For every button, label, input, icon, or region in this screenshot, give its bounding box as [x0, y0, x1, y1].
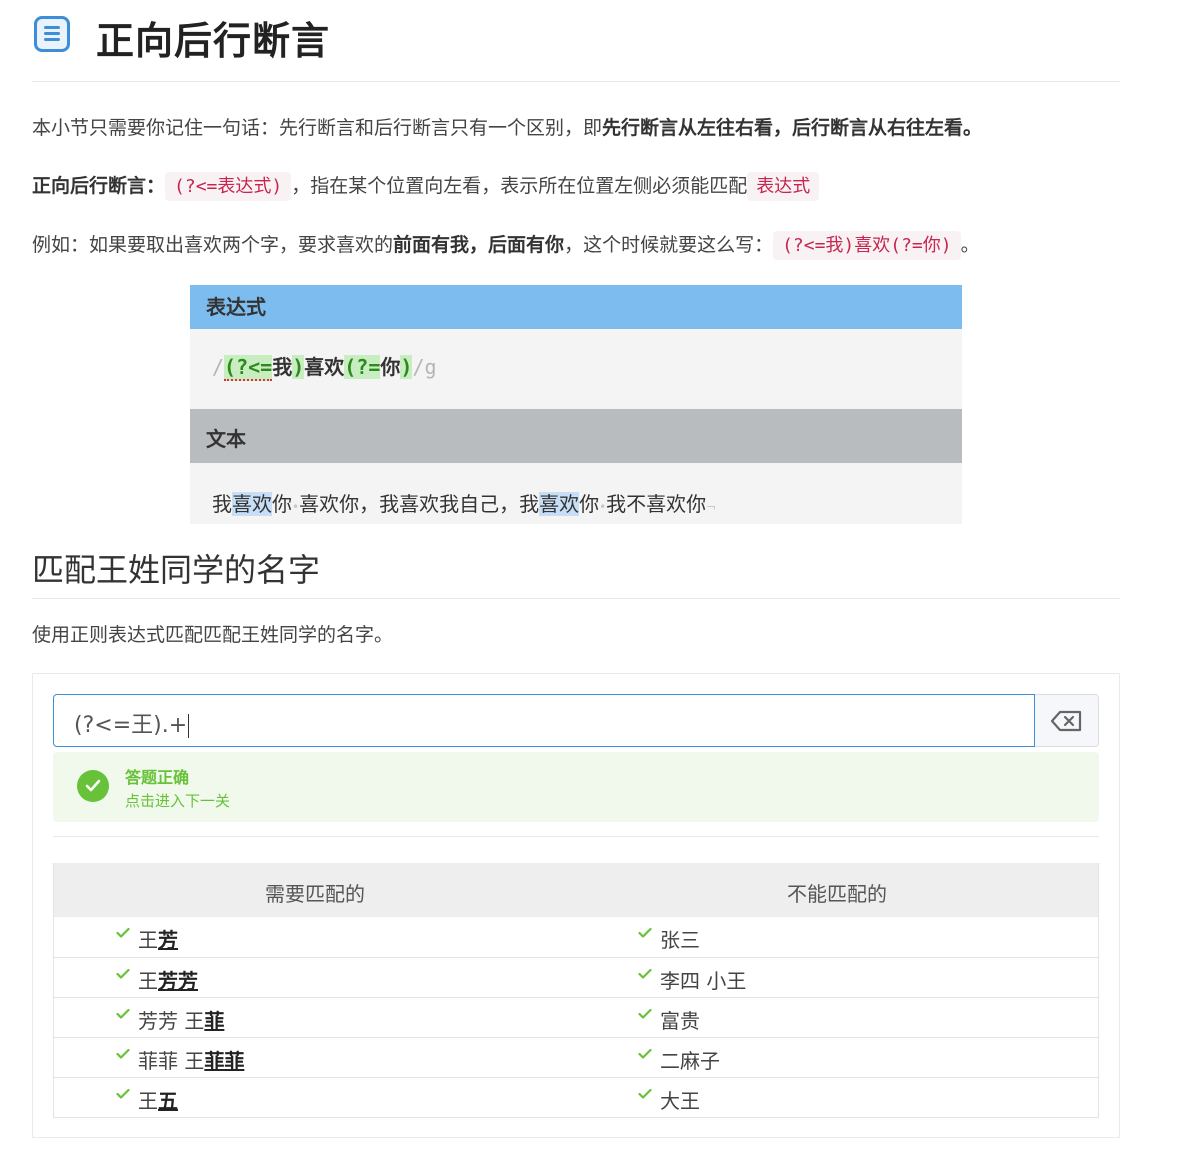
example-bold: 后面有你 — [488, 234, 565, 256]
match-table: 需要匹配的 不能匹配的 王芳 张三 王芳芳 李四 小王 芳芳 王菲 富贵 菲菲 王菲菲 二麻子… — [53, 863, 1099, 1118]
column-header-match: 需要匹配的 — [265, 882, 365, 906]
quiz-panel: (?<=王).+ 答题正确 点击进入下一关 需要匹配的 不能匹配的 王芳 张三 王芳… — [32, 673, 1120, 1138]
example-text: 例如：如果要取出喜欢两个字，要求喜欢的 — [32, 234, 394, 256]
text-cursor — [188, 714, 190, 738]
match-cell: 菲菲 王菲菲 — [54, 1038, 576, 1077]
nomatch-cell: 李四 小王 — [576, 958, 1098, 997]
check-icon — [116, 1088, 130, 1099]
inline-code: (?<=我)喜欢(?=你) — [773, 231, 961, 260]
match-prefix: 王 — [138, 969, 158, 993]
document-icon — [34, 16, 70, 52]
demo-expression: /(?<=我)喜欢(?=你)/g — [212, 355, 437, 381]
intro-paragraph-3: 例如：如果要取出喜欢两个字，要求喜欢的前面有我，后面有你，这个时候就要这么写：(… — [32, 230, 980, 261]
demo-expression-header: 表达式 — [190, 285, 962, 329]
intro-paragraph-2: 正向后行断言： (?<=表达式) ，指在某个位置向左看，表示所在位置左侧必须能匹配表… — [32, 171, 820, 202]
success-title: 答题正确 — [125, 768, 190, 787]
column-header-nomatch: 不能匹配的 — [787, 882, 887, 906]
match-cell: 王芳 — [54, 917, 576, 957]
inline-code: (?<=表达式) — [165, 172, 292, 201]
check-icon — [638, 1008, 652, 1019]
definition-label: 正向后行断言： — [32, 175, 166, 197]
intro-text: 本小节只需要你记住一句话：先行断言和后行断言只有一个区别，即 — [32, 117, 603, 139]
backspace-icon — [1051, 710, 1082, 732]
nomatch-cell: 张三 — [576, 917, 1098, 957]
check-icon — [116, 927, 130, 938]
nomatch-value: 二麻子 — [660, 1049, 720, 1073]
nomatch-cell: 大王 — [576, 1078, 1098, 1117]
match-highlight: 喜欢 — [539, 492, 580, 516]
table-row: 芳芳 王菲 富贵 — [54, 997, 1098, 1037]
check-icon — [116, 968, 130, 979]
match-cell: 芳芳 王菲 — [54, 998, 576, 1037]
check-icon — [116, 1048, 130, 1059]
check-icon — [638, 1088, 652, 1099]
table-header: 需要匹配的 不能匹配的 — [54, 863, 1098, 917]
match-highlight: 菲菲 — [204, 1049, 245, 1073]
match-prefix: 芳芳 王 — [138, 1009, 205, 1033]
match-highlight: 芳芳 — [158, 969, 198, 993]
section-title: 匹配王姓同学的名字 — [32, 551, 321, 589]
match-prefix: 王 — [138, 928, 158, 952]
example-bold: ， — [469, 234, 489, 256]
divider — [53, 836, 1099, 837]
intro-bold: 先行断言从左往右看，后行断言从右往左看。 — [602, 117, 983, 139]
lookbehind-group: (?<= — [224, 355, 273, 381]
demo-text-header: 文本 — [190, 409, 962, 463]
nomatch-cell: 二麻子 — [576, 1038, 1098, 1077]
check-icon — [638, 927, 652, 938]
nomatch-value: 张三 — [660, 928, 700, 952]
inline-code: 表达式 — [747, 172, 820, 201]
nomatch-value: 大王 — [660, 1089, 700, 1113]
match-prefix: 王 — [138, 1089, 158, 1113]
nomatch-value: 富贵 — [660, 1009, 700, 1033]
check-icon — [116, 1008, 130, 1019]
match-highlight: 芳 — [158, 928, 178, 952]
clear-button[interactable] — [1035, 694, 1099, 747]
match-highlight: 菲 — [204, 1009, 225, 1033]
check-icon — [638, 968, 652, 979]
lookahead-group: (?= — [344, 355, 381, 379]
nomatch-value: 李四 小王 — [660, 969, 747, 993]
regex-input[interactable]: (?<=王).+ — [53, 694, 1035, 747]
example-text: ，这个时候就要这么写： — [564, 234, 774, 256]
intro-paragraph-1: 本小节只需要你记住一句话：先行断言和后行断言只有一个区别，即先行断言从左往右看，… — [32, 113, 982, 143]
page-title: 正向后行断言 — [96, 19, 331, 63]
example-text: 。 — [960, 234, 980, 256]
page-header: 正向后行断言 — [32, 0, 1120, 82]
match-cell: 王芳芳 — [54, 958, 576, 997]
regex-demo-image: 表达式 /(?<=我)喜欢(?=你)/g 文本 我喜欢你•喜欢你，我喜欢我自己，… — [190, 285, 962, 524]
nomatch-cell: 富贵 — [576, 998, 1098, 1037]
success-check-icon — [77, 770, 109, 802]
table-row: 王芳芳 李四 小王 — [54, 957, 1098, 997]
divider — [32, 598, 1120, 599]
definition-text: ，指在某个位置向左看，表示所在位置左侧必须能匹配 — [291, 175, 748, 197]
table-row: 王芳 张三 — [54, 917, 1098, 957]
demo-text: 我喜欢你•喜欢你，我喜欢我自己，我喜欢你•我不喜欢你¬ — [212, 492, 717, 516]
match-highlight: 五 — [158, 1089, 178, 1113]
section-description: 使用正则表达式匹配匹配王姓同学的名字。 — [32, 624, 394, 646]
match-highlight: 喜欢 — [232, 492, 272, 516]
next-level-link[interactable]: 点击进入下一关 — [125, 790, 230, 811]
check-icon — [638, 1048, 652, 1059]
regex-input-value: (?<=王).+ — [74, 713, 188, 738]
match-prefix: 菲菲 王 — [138, 1049, 205, 1073]
success-message[interactable]: 答题正确 点击进入下一关 — [53, 752, 1099, 822]
table-row: 王五 大王 — [54, 1077, 1098, 1117]
page: 正向后行断言 本小节只需要你记住一句话：先行断言和后行断言只有一个区别，即先行断… — [32, 0, 1120, 1138]
example-bold: 前面有我 — [393, 234, 470, 256]
table-row: 菲菲 王菲菲 二麻子 — [54, 1037, 1098, 1077]
match-cell: 王五 — [54, 1078, 576, 1117]
